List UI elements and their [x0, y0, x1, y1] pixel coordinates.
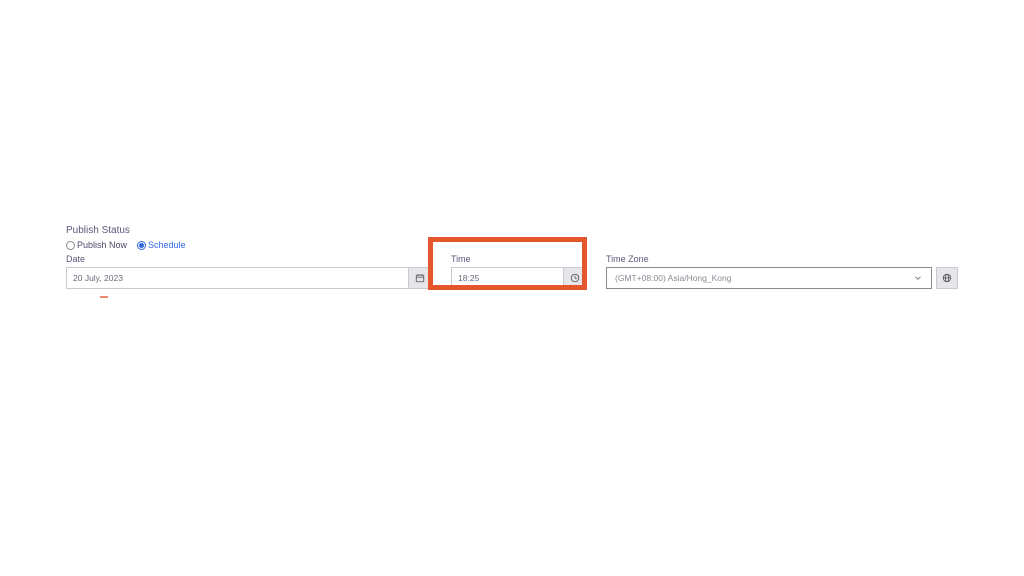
- timezone-selected-value: (GMT+08:00) Asia/Hong_Kong: [615, 273, 731, 283]
- timezone-globe-button[interactable]: [936, 267, 958, 289]
- radio-icon: [137, 241, 146, 250]
- globe-icon: [942, 273, 952, 283]
- date-field: Date 20 July, 2023: [66, 254, 431, 289]
- publish-status-radio-group: Publish Now Schedule: [66, 240, 958, 250]
- time-label: Time: [451, 254, 586, 264]
- timezone-field: Time Zone (GMT+08:00) Asia/Hong_Kong: [606, 254, 958, 289]
- timezone-label: Time Zone: [606, 254, 958, 264]
- calendar-icon: [415, 273, 425, 283]
- clock-icon: [570, 273, 580, 283]
- radio-schedule[interactable]: Schedule: [137, 240, 186, 250]
- date-input-wrap[interactable]: 20 July, 2023: [66, 267, 431, 289]
- date-picker-button[interactable]: [408, 268, 430, 288]
- time-input-wrap[interactable]: 18:25: [451, 267, 586, 289]
- date-input[interactable]: 20 July, 2023: [67, 268, 408, 288]
- radio-icon: [66, 241, 75, 250]
- timezone-select[interactable]: (GMT+08:00) Asia/Hong_Kong: [606, 267, 932, 289]
- chevron-down-icon: [913, 273, 923, 283]
- publish-status-title: Publish Status: [66, 225, 958, 236]
- decorative-mark: [100, 296, 108, 298]
- time-input[interactable]: 18:25: [452, 268, 563, 288]
- radio-label-schedule: Schedule: [148, 240, 186, 250]
- time-field: Time 18:25: [451, 254, 586, 289]
- radio-label-publish-now: Publish Now: [77, 240, 127, 250]
- time-picker-button[interactable]: [563, 268, 585, 288]
- date-label: Date: [66, 254, 431, 264]
- radio-publish-now[interactable]: Publish Now: [66, 240, 127, 250]
